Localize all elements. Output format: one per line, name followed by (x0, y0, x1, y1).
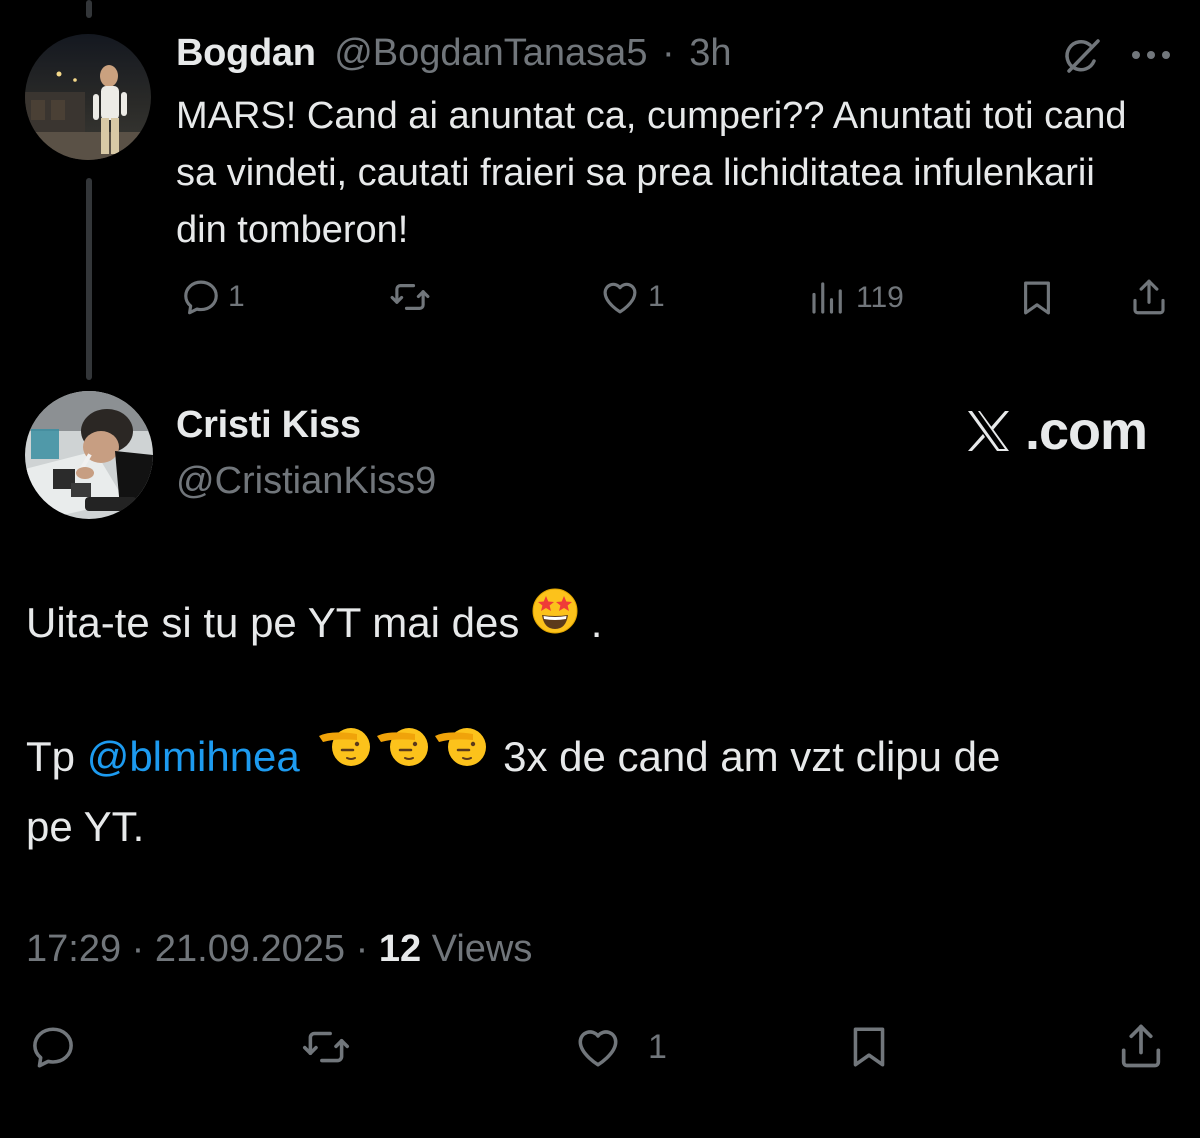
views-icon (806, 277, 850, 319)
bookmark-icon (842, 1022, 896, 1072)
repost-icon (388, 276, 432, 318)
reply-like-button[interactable]: 1 (598, 276, 665, 318)
saluting-face-emoji (433, 720, 491, 787)
main-body-line3: pe YT. (26, 796, 1166, 858)
more-icon[interactable] (1131, 48, 1171, 66)
main-bookmark-button[interactable] (842, 1022, 896, 1072)
reply-bookmark-button[interactable] (1016, 277, 1058, 319)
mention-link[interactable]: @blmihnea (87, 733, 300, 780)
reply-views-button[interactable]: 119 (806, 277, 904, 319)
main-author-name[interactable]: Cristi Kiss (176, 404, 361, 447)
main-body-prefix2: Tp (26, 733, 76, 780)
reply-repost-button[interactable] (388, 276, 432, 318)
star-struck-emoji (531, 587, 579, 652)
reply-header: Bogdan @BogdanTanasa5 · 3h (176, 32, 732, 75)
x-logo-icon (965, 401, 1025, 461)
main-author-handle[interactable]: @CristianKiss9 (176, 460, 436, 503)
main-body-text2: 3x de cand am vzt clipu de (503, 733, 1001, 780)
reply-icon (180, 276, 222, 318)
main-reply-button[interactable] (26, 1022, 80, 1072)
thread-line-top (86, 0, 92, 18)
main-body-suffix1: . (590, 599, 603, 646)
main-like-count: 1 (648, 1027, 667, 1066)
main-share-button[interactable] (1114, 1020, 1168, 1072)
like-icon (598, 276, 642, 318)
saluting-face-emoji (317, 720, 375, 787)
reply-author-name[interactable]: Bogdan (176, 32, 316, 74)
main-repost-button[interactable] (298, 1022, 354, 1072)
main-body-line2: Tp @blmihnea 3x de cand am vzt clipu de (26, 726, 1166, 793)
reply-body: MARS! Cand ai anuntat ca, cumperi?? Anun… (176, 95, 1127, 251)
reply-time[interactable]: 3h (689, 32, 731, 74)
main-like-button[interactable]: 1 (570, 1022, 667, 1072)
share-icon (1128, 275, 1170, 319)
main-meta-separator: · (355, 928, 369, 970)
main-body-line1: Uita-te si tu pe YT mai des . (26, 588, 1166, 658)
reply-views-count: 119 (856, 281, 904, 314)
reply-share-button[interactable] (1128, 275, 1170, 319)
reply-author-handle[interactable]: @BogdanTanasa5 (334, 32, 647, 74)
repost-icon (298, 1022, 354, 1072)
main-date[interactable]: 21.09.2025 (155, 928, 345, 970)
reply-icon (26, 1022, 80, 1072)
like-icon (570, 1022, 626, 1072)
main-views-label: Views (431, 928, 533, 970)
reply-reply-count: 1 (228, 280, 245, 313)
reply-separator: · (662, 32, 675, 74)
avatar-bogdan[interactable] (25, 34, 151, 160)
reply-reply-button[interactable]: 1 (180, 276, 245, 318)
reply-like-count: 1 (648, 280, 665, 313)
bookmark-icon (1016, 277, 1058, 319)
thread-line-bottom (86, 178, 92, 380)
main-views-count: 12 (378, 928, 422, 970)
main-meta: 17:29 · 21.09.2025 · 12 Views (26, 928, 532, 971)
grok-icon[interactable] (1060, 35, 1104, 84)
xcom-watermark: .com (965, 400, 1148, 462)
main-meta-separator: · (131, 928, 145, 970)
saluting-face-emoji (375, 720, 433, 787)
xcom-text: .com (1025, 401, 1148, 461)
main-body-text3: pe YT. (26, 803, 145, 850)
avatar-cristi[interactable] (25, 391, 153, 519)
share-icon (1114, 1020, 1168, 1072)
main-time[interactable]: 17:29 (26, 928, 121, 970)
main-body-text1: Uita-te si tu pe YT mai des (26, 599, 520, 646)
